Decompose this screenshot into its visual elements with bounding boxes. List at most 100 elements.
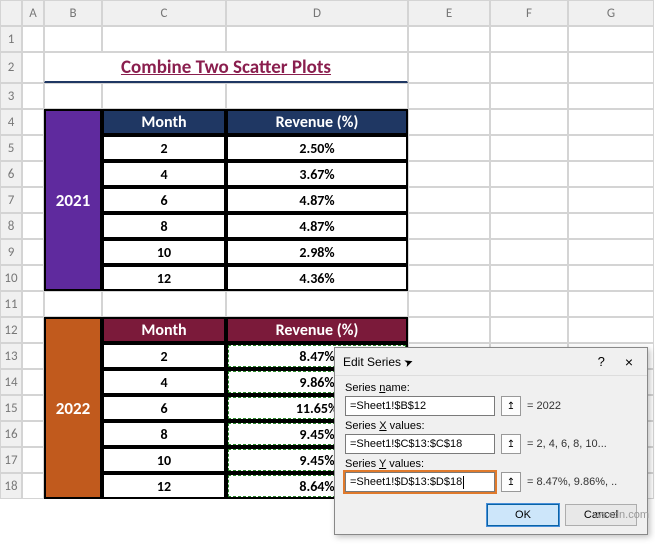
col-header-A[interactable]: A xyxy=(22,0,44,26)
row-header-16[interactable]: 16 xyxy=(0,421,22,447)
table2-month-header[interactable]: Month xyxy=(102,317,226,343)
cell[interactable] xyxy=(568,265,654,291)
cell[interactable] xyxy=(22,109,44,135)
cell[interactable] xyxy=(22,369,44,395)
cell[interactable] xyxy=(102,291,226,317)
dialog-titlebar[interactable]: Edit Series ➤ ? × xyxy=(335,348,647,376)
cell[interactable] xyxy=(408,213,490,239)
cell[interactable] xyxy=(568,239,654,265)
cell[interactable] xyxy=(408,291,490,317)
cell[interactable] xyxy=(226,26,408,52)
table1-rev[interactable]: 2.50% xyxy=(226,135,408,161)
cell[interactable] xyxy=(22,265,44,291)
cell[interactable] xyxy=(22,421,44,447)
cell[interactable] xyxy=(568,135,654,161)
table2-month[interactable]: 8 xyxy=(102,421,226,447)
cell[interactable] xyxy=(22,317,44,343)
table1-revenue-header[interactable]: Revenue (%) xyxy=(226,109,408,135)
cell[interactable] xyxy=(490,83,568,109)
row-header-9[interactable]: 9 xyxy=(0,239,22,265)
table2-month[interactable]: 2 xyxy=(102,343,226,369)
page-title[interactable]: Combine Two Scatter Plots xyxy=(44,52,408,83)
table1-month[interactable]: 12 xyxy=(102,265,226,291)
cell[interactable] xyxy=(44,83,102,109)
row-header-7[interactable]: 7 xyxy=(0,187,22,213)
row-header-12[interactable]: 12 xyxy=(0,317,22,343)
table2-month[interactable]: 6 xyxy=(102,395,226,421)
table1-month[interactable]: 8 xyxy=(102,213,226,239)
series-y-input[interactable]: =Sheet1!$D$13:$D$18 xyxy=(345,472,495,492)
series-x-input[interactable]: =Sheet1!$C$13:$C$18 xyxy=(345,434,495,454)
table2-month[interactable]: 12 xyxy=(102,473,226,499)
cell[interactable] xyxy=(490,265,568,291)
cell[interactable] xyxy=(490,161,568,187)
cell[interactable] xyxy=(408,52,490,83)
cell[interactable] xyxy=(22,343,44,369)
col-header-E[interactable]: E xyxy=(408,0,490,26)
cell[interactable] xyxy=(408,187,490,213)
cell[interactable] xyxy=(22,52,44,83)
cell[interactable] xyxy=(568,291,654,317)
cell[interactable] xyxy=(568,187,654,213)
cell[interactable] xyxy=(490,187,568,213)
table1-rev[interactable]: 3.67% xyxy=(226,161,408,187)
cell[interactable] xyxy=(490,135,568,161)
table2-month[interactable]: 4 xyxy=(102,369,226,395)
cell[interactable] xyxy=(22,161,44,187)
collapse-dialog-icon[interactable]: ↥ xyxy=(501,396,521,416)
cell[interactable] xyxy=(408,135,490,161)
ok-button[interactable]: OK xyxy=(487,504,559,526)
table1-month[interactable]: 6 xyxy=(102,187,226,213)
cell[interactable] xyxy=(102,26,226,52)
cell[interactable] xyxy=(44,291,102,317)
cell[interactable] xyxy=(490,213,568,239)
row-header-14[interactable]: 14 xyxy=(0,369,22,395)
cell[interactable] xyxy=(102,83,226,109)
cell[interactable] xyxy=(408,161,490,187)
cell[interactable] xyxy=(226,291,408,317)
cell[interactable] xyxy=(490,26,568,52)
table2-revenue-header[interactable]: Revenue (%) xyxy=(226,317,408,343)
row-header-8[interactable]: 8 xyxy=(0,213,22,239)
cell[interactable] xyxy=(568,161,654,187)
cell[interactable] xyxy=(22,83,44,109)
collapse-dialog-icon[interactable]: ↥ xyxy=(501,472,521,492)
series-name-input[interactable]: =Sheet1!$B$12 xyxy=(345,396,495,416)
table1-month[interactable]: 10 xyxy=(102,239,226,265)
cell[interactable] xyxy=(568,52,654,83)
cell[interactable] xyxy=(408,317,490,343)
cell[interactable] xyxy=(22,135,44,161)
cell[interactable] xyxy=(490,317,568,343)
row-header-5[interactable]: 5 xyxy=(0,135,22,161)
dialog-close-button[interactable]: × xyxy=(619,354,639,370)
select-all-corner[interactable] xyxy=(0,0,22,26)
cell[interactable] xyxy=(22,187,44,213)
table1-rev[interactable]: 2.98% xyxy=(226,239,408,265)
col-header-F[interactable]: F xyxy=(490,0,568,26)
cell[interactable] xyxy=(490,291,568,317)
cell[interactable] xyxy=(490,109,568,135)
cell[interactable] xyxy=(22,239,44,265)
cell[interactable] xyxy=(22,26,44,52)
cell[interactable] xyxy=(568,213,654,239)
year-label-2022[interactable]: 2022 xyxy=(44,317,102,499)
table2-month[interactable]: 10 xyxy=(102,447,226,473)
col-header-D[interactable]: D xyxy=(226,0,408,26)
dialog-help-button[interactable]: ? xyxy=(598,354,605,369)
cell[interactable] xyxy=(568,317,654,343)
row-header-13[interactable]: 13 xyxy=(0,343,22,369)
row-header-10[interactable]: 10 xyxy=(0,265,22,291)
row-header-15[interactable]: 15 xyxy=(0,395,22,421)
col-header-B[interactable]: B xyxy=(44,0,102,26)
cell[interactable] xyxy=(226,83,408,109)
row-header-3[interactable]: 3 xyxy=(0,83,22,109)
cell[interactable] xyxy=(490,52,568,83)
cell[interactable] xyxy=(22,447,44,473)
table1-rev[interactable]: 4.36% xyxy=(226,265,408,291)
cell[interactable] xyxy=(568,109,654,135)
row-header-2[interactable]: 2 xyxy=(0,52,22,83)
cell[interactable] xyxy=(568,83,654,109)
year-label-2021[interactable]: 2021 xyxy=(44,109,102,291)
table1-month[interactable]: 4 xyxy=(102,161,226,187)
row-header-6[interactable]: 6 xyxy=(0,161,22,187)
